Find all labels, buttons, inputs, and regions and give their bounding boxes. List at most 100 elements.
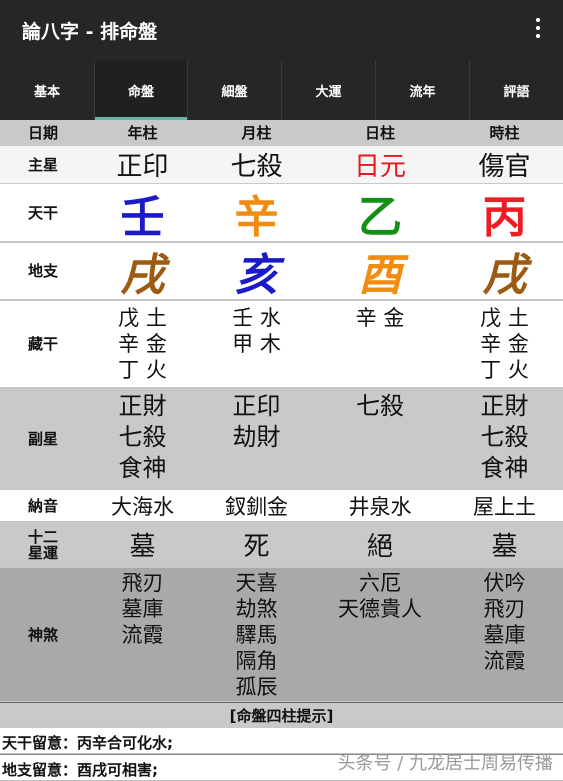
sub-star-cell: 正財 七殺 食神 [86, 388, 199, 489]
row-label: 藏干 [27, 335, 58, 353]
hidden-stem: 戊 土 [118, 306, 167, 330]
col-hour: 時柱 [489, 124, 520, 142]
tab-label: 大運 [315, 84, 342, 100]
tab-label: 評語 [503, 84, 530, 100]
tab-detail[interactable]: 細盤 [187, 60, 281, 120]
hidden-stem: 丁 火 [480, 358, 529, 382]
shensha-item: 劫煞 [235, 597, 278, 621]
shensha-item: 伏吟 [483, 571, 526, 595]
shensha-item: 驛馬 [235, 623, 278, 647]
hidden-stem-cell: 戊 土 辛 金 丁 火 [446, 301, 563, 387]
col-year: 年柱 [127, 124, 158, 142]
main-star-cell-highlight: 日元 [353, 152, 406, 182]
header-row: 日期 年柱 月柱 日柱 時柱 [0, 120, 563, 146]
nayin-cell: 井泉水 [348, 494, 412, 519]
tab-annual[interactable]: 流年 [375, 60, 469, 120]
hidden-stem: 壬 水 [232, 306, 281, 330]
tab-label: 細盤 [221, 84, 248, 100]
main-star-row: 主星 正印 七殺 日元 傷官 [0, 146, 563, 184]
stage-cell: 墓 [491, 532, 518, 562]
nayin-cell: 大海水 [111, 494, 174, 519]
row-label-line: 十二 [27, 527, 58, 546]
hidden-stem: 辛 金 [480, 332, 529, 356]
shensha-item: 天德貴人 [338, 597, 422, 621]
nayin-cell: 釵釧金 [225, 494, 288, 519]
row-label: 十二 星運 [0, 522, 86, 567]
tips-header: [命盤四柱提示] [229, 706, 334, 725]
nayin-row: 納音 大海水 釵釧金 井泉水 屋上土 [0, 490, 563, 522]
sub-star: 食神 [118, 454, 167, 482]
nayin-cell: 屋上土 [473, 494, 536, 519]
shensha-item: 隔角 [235, 649, 278, 673]
hidden-stem-cell: 壬 水 甲 木 [199, 301, 314, 387]
earthly-branches-row: 地支 戌 亥 酉 戌 [0, 242, 563, 301]
row-label: 納音 [27, 496, 58, 515]
tab-chart[interactable]: 命盤 [94, 60, 187, 120]
hidden-stem: 辛 金 [355, 306, 405, 330]
shensha-cell: 天喜 劫煞 驛馬 隔角 孤辰 [199, 568, 314, 701]
hidden-stem: 辛 金 [118, 332, 167, 356]
sub-star: 正財 [480, 392, 529, 420]
shensha-item: 流霞 [483, 649, 526, 673]
branch-cell: 戌 [482, 250, 527, 301]
stage-cell: 墓 [129, 532, 156, 562]
sub-star: 食神 [480, 454, 529, 482]
tab-basic[interactable]: 基本 [0, 60, 94, 120]
stage-cell: 死 [243, 532, 270, 562]
twelve-stages-row: 十二 星運 墓 死 絕 墓 [0, 522, 563, 568]
tab-label: 基本 [33, 84, 60, 100]
app-bar: 論八字 - 排命盤 [0, 0, 563, 60]
hidden-stems-row: 藏干 戊 土 辛 金 丁 火 壬 水 甲 木 辛 金 戊 土 辛 金 丁 火 [0, 300, 563, 388]
tab-luck-pillars[interactable]: 大運 [281, 60, 375, 120]
tips-header-row: [命盤四柱提示] [0, 702, 563, 728]
hidden-stem: 甲 木 [232, 332, 281, 356]
shensha-item: 天喜 [235, 571, 278, 595]
heavenly-stems-row: 天干 壬 辛 乙 丙 [0, 184, 563, 243]
main-star-cell: 七殺 [230, 152, 283, 182]
app-title: 論八字 - 排命盤 [22, 21, 158, 43]
shensha-cell: 伏吟 飛刃 墓庫 流霞 [446, 568, 563, 701]
shensha-item: 墓庫 [121, 597, 164, 621]
stage-cell: 絕 [366, 532, 393, 562]
branch-cell: 戌 [120, 250, 165, 301]
hidden-stem: 丁 火 [118, 358, 167, 382]
hidden-stem: 戊 土 [480, 306, 529, 330]
shensha-cell: 六厄 天德貴人 [314, 568, 446, 701]
shensha-cell: 飛刃 墓庫 流霞 [86, 568, 199, 701]
sub-star-cell: 七殺 [314, 388, 446, 489]
shensha-item: 飛刃 [121, 571, 164, 595]
row-label: 神煞 [27, 625, 58, 644]
stem-cell: 辛 [234, 191, 279, 243]
row-label: 主星 [27, 155, 58, 174]
row-label: 日期 [27, 123, 58, 142]
sub-star: 正財 [118, 392, 167, 420]
stem-cell: 丙 [482, 191, 527, 243]
tab-label: 命盤 [127, 84, 154, 100]
shensha-row: 神煞 飛刃 墓庫 流霞 天喜 劫煞 驛馬 隔角 孤辰 六厄 天德貴人 伏吟 飛刃… [0, 568, 563, 702]
sub-star: 正印 [232, 392, 281, 420]
tab-bar: 基本 命盤 細盤 大運 流年 評語 [0, 60, 563, 120]
main-star-cell: 傷官 [478, 152, 531, 182]
tab-comments[interactable]: 評語 [469, 60, 563, 120]
sub-star-cell: 正印 劫財 [199, 388, 314, 489]
shensha-item: 流霞 [121, 623, 164, 647]
hidden-stem-cell: 戊 土 辛 金 丁 火 [86, 301, 199, 387]
more-vert-icon[interactable] [531, 14, 545, 46]
row-label-line: 星運 [27, 543, 58, 562]
tab-label: 流年 [409, 84, 436, 100]
watermark: 头条号 / 九龙居士周易传播 [337, 753, 553, 774]
sub-star: 七殺 [356, 392, 404, 420]
hidden-stem-cell: 辛 金 [314, 301, 446, 387]
sub-star: 劫財 [232, 423, 281, 451]
sub-star: 七殺 [118, 423, 167, 451]
sub-star-cell: 正財 七殺 食神 [446, 388, 563, 489]
row-label: 副星 [27, 429, 58, 448]
sub-stars-row: 副星 正財 七殺 食神 正印 劫財 七殺 正財 七殺 食神 [0, 388, 563, 490]
shensha-item: 孤辰 [235, 675, 278, 699]
col-month: 月柱 [241, 124, 272, 142]
row-label: 天干 [27, 203, 58, 222]
stem-cell: 壬 [120, 191, 165, 243]
shensha-item: 飛刃 [483, 597, 526, 621]
branch-cell: 亥 [234, 250, 279, 301]
main-star-cell: 正印 [116, 152, 169, 182]
